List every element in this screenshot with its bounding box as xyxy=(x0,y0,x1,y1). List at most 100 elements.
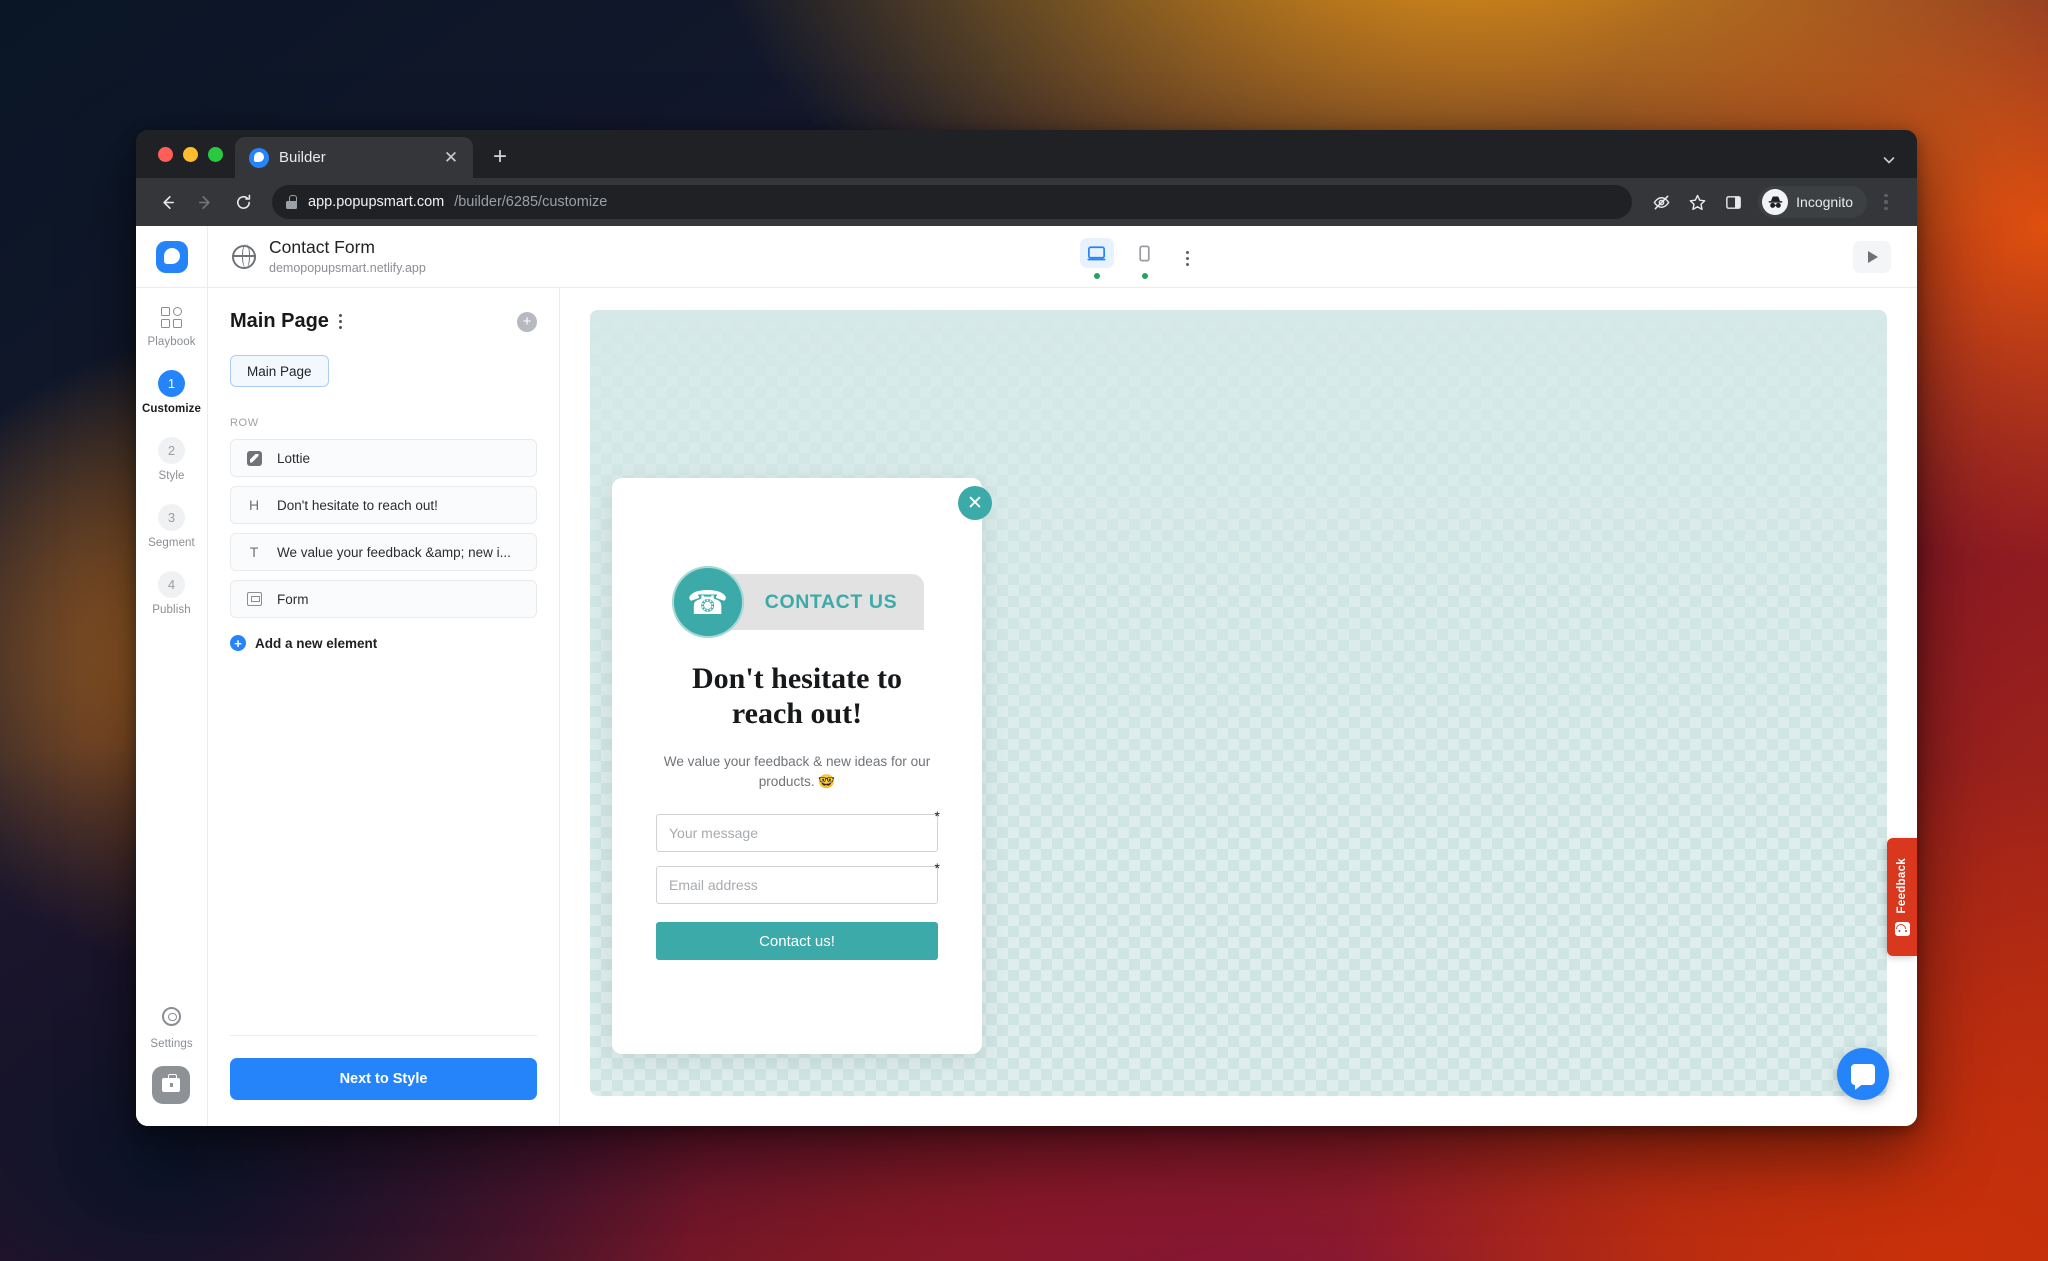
element-label: Don't hesitate to reach out! xyxy=(277,497,438,513)
row-section-label: ROW xyxy=(230,417,259,429)
feedback-tab[interactable]: Feedback xyxy=(1887,838,1917,956)
sidebar-item-label: Style xyxy=(158,470,185,482)
email-input[interactable] xyxy=(656,866,938,905)
popup-close-button[interactable]: ✕ xyxy=(958,486,992,520)
reload-icon xyxy=(236,194,250,209)
phone-icon: ☎ xyxy=(672,566,744,638)
side-panel-button[interactable] xyxy=(1716,185,1750,219)
chevron-down-icon[interactable] xyxy=(1881,152,1897,168)
lock-icon xyxy=(286,195,297,209)
new-tab-button[interactable]: + xyxy=(483,140,517,174)
address-bar[interactable]: app.popupsmart.com/builder/6285/customiz… xyxy=(272,185,1633,219)
url-host: app.popupsmart.com xyxy=(308,194,445,210)
tabstrip-right-group xyxy=(1881,130,1917,178)
star-icon xyxy=(1689,194,1706,210)
step-number: 2 xyxy=(158,437,185,464)
browser-toolbar: app.popupsmart.com/builder/6285/customiz… xyxy=(136,178,1917,226)
grid-layout-icon xyxy=(159,304,185,330)
browser-menu-button[interactable] xyxy=(1869,185,1903,219)
project-domain: demopopupsmart.netlify.app xyxy=(269,260,426,275)
sidebar-item-label: Segment xyxy=(148,537,195,549)
eye-slash-icon xyxy=(1653,195,1670,209)
play-icon xyxy=(1868,250,1878,263)
popupsmart-logo-icon xyxy=(249,147,269,168)
plus-circle-icon: + xyxy=(230,635,246,651)
reload-button[interactable] xyxy=(226,185,260,219)
browser-tab-title: Builder xyxy=(279,149,326,166)
bookmark-button[interactable] xyxy=(1680,185,1714,219)
sidebar-item-label: Customize xyxy=(141,403,202,415)
window-minimize-button[interactable] xyxy=(183,146,198,162)
sidebar-item-playbook[interactable]: Playbook xyxy=(136,304,207,348)
sidebar-panel-icon xyxy=(1725,195,1741,209)
form-icon xyxy=(245,592,263,606)
page-options-menu-button[interactable] xyxy=(338,314,342,329)
app-logo-cell[interactable] xyxy=(136,226,208,287)
chat-bubble-icon xyxy=(1851,1063,1875,1090)
popup-submit-button[interactable]: Contact us! xyxy=(656,922,938,961)
device-option-mobile[interactable] xyxy=(1128,238,1162,279)
message-field-wrapper: * xyxy=(656,809,940,853)
required-marker: * xyxy=(934,860,940,877)
panel-header: Main Page + xyxy=(230,310,537,333)
sidebar-item-customize[interactable]: 1 Customize xyxy=(136,370,207,415)
list-item[interactable]: Lottie xyxy=(230,439,537,477)
project-info: Contact Form demopopupsmart.netlify.app xyxy=(208,226,426,287)
device-option-desktop[interactable] xyxy=(1079,238,1114,279)
sidebar-item-style[interactable]: 2 Style xyxy=(136,437,207,482)
app-viewport: Contact Form demopopupsmart.netlify.app xyxy=(136,226,1917,1126)
browser-window: Builder ✕ + app.popupsmart.com /builder/… xyxy=(136,130,1917,1126)
sidebar-item-label: Settings xyxy=(150,1038,193,1050)
gear-icon xyxy=(158,1006,184,1032)
browser-tab[interactable]: Builder ✕ xyxy=(235,137,473,178)
list-item[interactable]: H Don't hesitate to reach out! xyxy=(230,486,537,524)
tracking-protection-button[interactable] xyxy=(1644,185,1678,219)
list-item[interactable]: T We value your feedback &amp; new i... xyxy=(230,533,537,571)
elements-panel: Main Page + Main Page ROW Lottie H Don't… xyxy=(208,288,560,1126)
back-button[interactable] xyxy=(150,185,184,219)
step-number: 4 xyxy=(158,571,185,598)
step-rail: Playbook 1 Customize 2 Style 3 Segment 4… xyxy=(136,288,208,1126)
add-page-button[interactable]: + xyxy=(517,311,537,332)
preview-play-button[interactable] xyxy=(1853,240,1891,273)
forward-button[interactable] xyxy=(188,185,222,219)
step-number: 3 xyxy=(158,504,185,531)
briefcase-icon xyxy=(162,1074,181,1092)
list-item[interactable]: Form xyxy=(230,580,537,618)
popup-heading: Don't hesitate to reach out! xyxy=(692,662,902,730)
heading-icon: H xyxy=(248,497,260,513)
sidebar-item-publish[interactable]: 4 Publish xyxy=(136,571,207,616)
device-more-menu-button[interactable] xyxy=(1176,250,1199,267)
element-label: Form xyxy=(277,591,309,607)
window-close-button[interactable] xyxy=(158,146,173,162)
text-icon: T xyxy=(249,544,259,560)
workspace-button[interactable] xyxy=(152,1066,191,1104)
preview-canvas: ✕ CONTACT US ☎ Don't hesitate to reach o… xyxy=(590,310,1887,1096)
device-preview-toggle xyxy=(1079,226,1199,287)
profile-incognito-button[interactable]: Incognito xyxy=(1758,186,1867,218)
message-input[interactable] xyxy=(656,814,938,853)
close-icon: ✕ xyxy=(967,492,983,514)
add-new-element-button[interactable]: + Add a new element xyxy=(230,635,537,651)
sidebar-item-settings[interactable]: Settings xyxy=(150,1006,193,1050)
rail-bottom-group: Settings xyxy=(150,1006,193,1126)
email-field-wrapper: * xyxy=(656,861,940,905)
next-to-style-button[interactable]: Next to Style xyxy=(230,1058,537,1100)
arrow-left-icon xyxy=(162,195,174,209)
app-header: Contact Form demopopupsmart.netlify.app xyxy=(136,226,1917,288)
lottie-badge: CONTACT US ☎ xyxy=(656,566,938,638)
incognito-avatar-icon xyxy=(1762,189,1789,215)
toolbar-icon-group: Incognito xyxy=(1644,185,1903,219)
sidebar-item-segment[interactable]: 3 Segment xyxy=(136,504,207,549)
window-maximize-button[interactable] xyxy=(208,146,223,162)
chat-launcher-button[interactable] xyxy=(1837,1048,1889,1100)
desktop-monitor-icon xyxy=(1079,238,1114,268)
popup-preview: ✕ CONTACT US ☎ Don't hesitate to reach o… xyxy=(612,478,992,1054)
smiley-face-icon xyxy=(1894,921,1910,936)
preview-canvas-wrapper: ✕ CONTACT US ☎ Don't hesitate to reach o… xyxy=(560,288,1917,1126)
page-tab-main-page[interactable]: Main Page xyxy=(230,355,329,387)
project-name: Contact Form xyxy=(269,236,375,257)
app-body: Playbook 1 Customize 2 Style 3 Segment 4… xyxy=(136,288,1917,1126)
mobile-phone-icon xyxy=(1128,238,1162,268)
close-icon[interactable]: ✕ xyxy=(439,146,463,170)
